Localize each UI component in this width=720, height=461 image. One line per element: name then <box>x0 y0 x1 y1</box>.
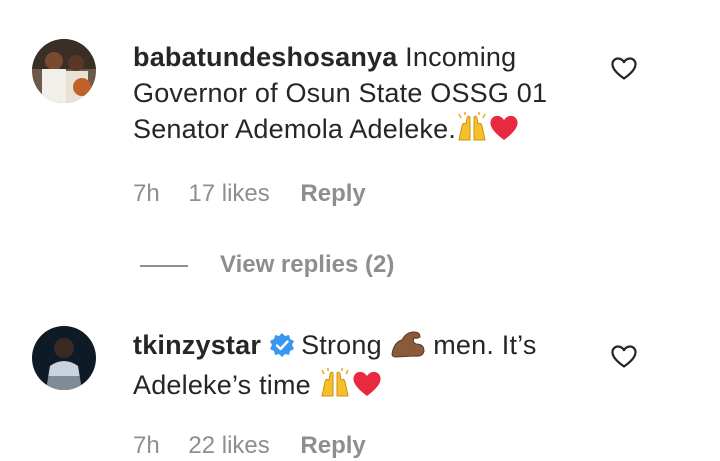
comment-body: tkinzystar Strong men. It’s Adeleke’s tim… <box>133 327 573 407</box>
raising-hands-icon <box>456 112 488 151</box>
red-heart-icon <box>488 112 520 151</box>
raising-hands-icon <box>319 368 351 407</box>
comment-meta: 7h 17 likes Reply <box>133 179 366 209</box>
view-replies-label: View replies (2) <box>220 251 395 278</box>
reply-button[interactable]: Reply <box>300 179 365 209</box>
avatar[interactable] <box>32 326 96 390</box>
red-heart-icon <box>351 368 383 407</box>
comment-time: 7h <box>133 180 160 207</box>
reply-button[interactable]: Reply <box>300 431 365 461</box>
comment-text-start: Strong <box>301 330 382 360</box>
comment-likes[interactable]: 22 likes <box>188 431 269 461</box>
flexed-biceps-icon <box>390 328 426 367</box>
comment-username[interactable]: babatundeshosanya <box>133 42 397 72</box>
like-heart-icon[interactable] <box>611 345 637 369</box>
divider-line <box>140 264 188 267</box>
avatar-photo-icon <box>32 326 96 390</box>
like-heart-icon[interactable] <box>611 57 637 81</box>
comment-time: 7h <box>133 432 160 459</box>
comment-likes[interactable]: 17 likes <box>188 179 269 209</box>
comment-meta: 7h 22 likes Reply <box>133 431 366 461</box>
comment-username[interactable]: tkinzystar <box>133 330 261 360</box>
view-replies-button[interactable]: View replies (2) <box>140 250 394 280</box>
comment-body: babatundeshosanya Incoming Governor of O… <box>133 39 573 151</box>
avatar[interactable] <box>32 39 96 103</box>
avatar-photo-icon <box>32 39 96 103</box>
verified-badge-icon <box>269 331 295 367</box>
